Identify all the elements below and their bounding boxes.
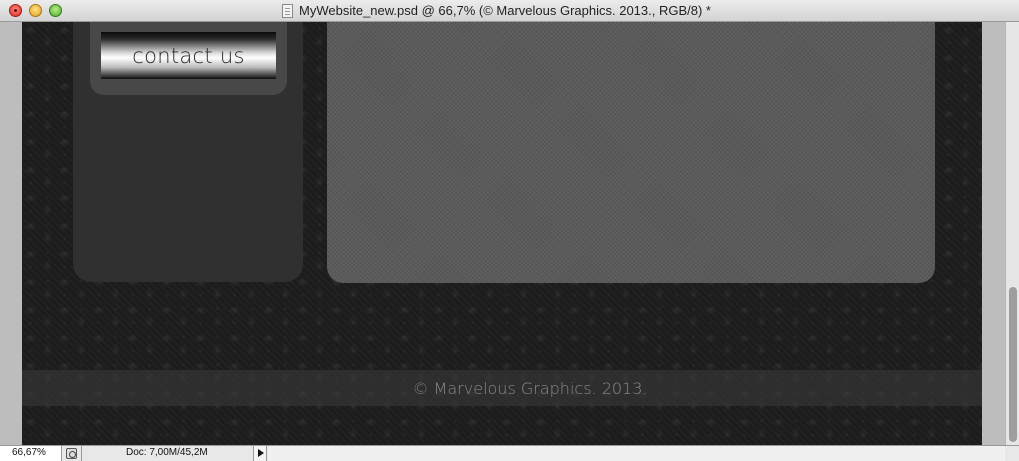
zoom-level-field[interactable]: 66,67% [0, 446, 62, 461]
nav-button-contact: contact us [101, 32, 276, 79]
timer-icon[interactable] [66, 448, 77, 459]
document-size-info: Doc: 7,00M/45,2M [126, 447, 208, 458]
vertical-scrollbar[interactable] [1005, 22, 1019, 445]
close-window-button[interactable] [9, 4, 22, 17]
status-bar: 66,67% Doc: 7,00M/45,2M [0, 445, 1019, 461]
document-icon [282, 4, 293, 18]
footer-copyright: © Marvelous Graphics. 2013. [412, 378, 648, 398]
play-arrow-icon [258, 449, 264, 457]
content-panel [327, 22, 935, 283]
vertical-scroll-thumb[interactable] [1009, 287, 1017, 442]
zoom-window-button[interactable] [49, 4, 62, 17]
status-menu-button[interactable] [253, 446, 267, 461]
window-title: MyWebsite_new.psd @ 66,7% (© Marvelous G… [299, 3, 711, 18]
document-canvas[interactable]: contact us © Marvelous Graphics. 2013. [22, 22, 982, 445]
status-divider [81, 446, 82, 461]
footer-bar: © Marvelous Graphics. 2013. [22, 370, 982, 406]
horizontal-scrollbar[interactable] [268, 446, 1005, 461]
nav-frame: contact us [90, 22, 287, 95]
sidebar-panel: contact us [73, 22, 303, 282]
minimize-window-button[interactable] [29, 4, 42, 17]
title-bar[interactable]: MyWebsite_new.psd @ 66,7% (© Marvelous G… [0, 0, 1019, 22]
photoshop-window: MyWebsite_new.psd @ 66,7% (© Marvelous G… [0, 0, 1019, 461]
